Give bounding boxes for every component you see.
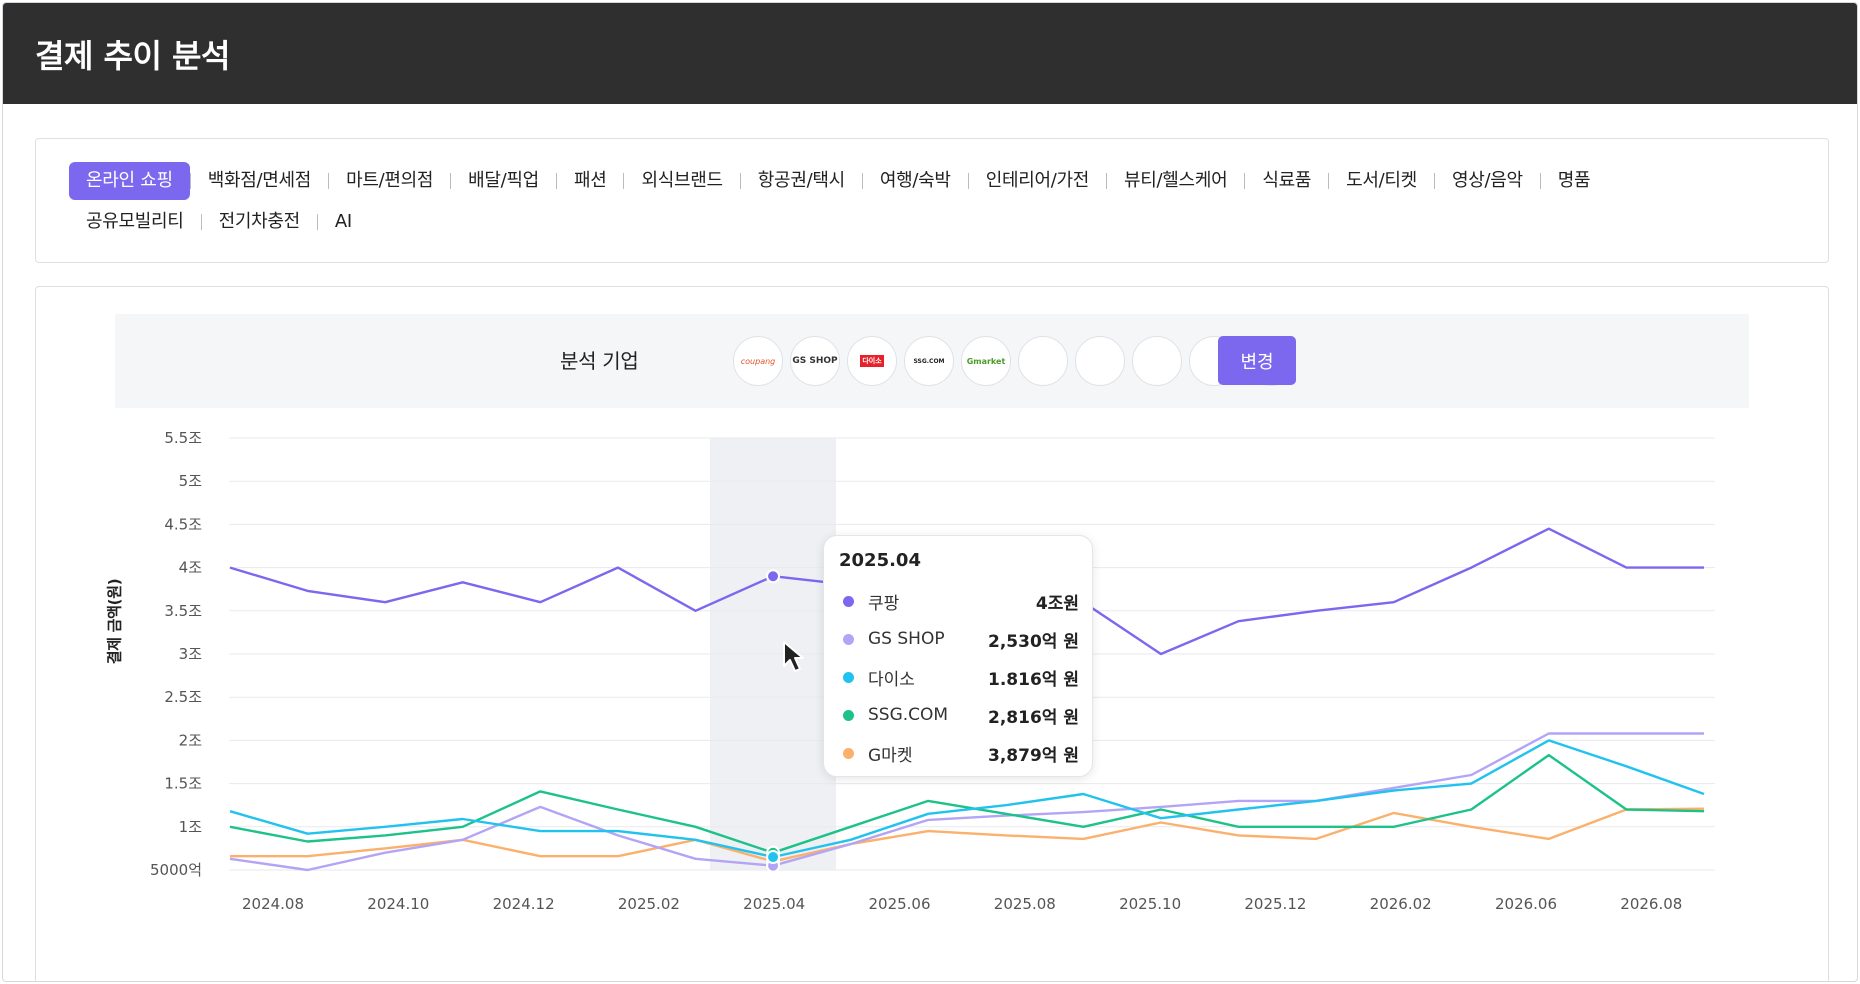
tooltip-title: 2025.04 bbox=[839, 550, 921, 571]
tooltip-series-value: 1.816억 원 bbox=[988, 669, 1079, 690]
y-axis-label: 결제 금액(원) bbox=[105, 578, 124, 665]
tooltip-row: SSG.COM 2,816억 원 bbox=[843, 700, 1079, 730]
y-tick-label: 3조 bbox=[179, 645, 203, 663]
tooltip-series-name: 쿠팡 bbox=[868, 593, 900, 614]
tooltip-series-value: 4조원 bbox=[1035, 593, 1079, 614]
legend-dot-icon bbox=[843, 595, 854, 607]
y-tick-label: 5.5조 bbox=[164, 429, 202, 447]
x-tick-label: 2025.10 bbox=[1119, 895, 1181, 913]
legend-dot-icon bbox=[843, 747, 854, 759]
tooltip-series-name: G마켓 bbox=[868, 745, 913, 766]
y-tick-label: 2.5조 bbox=[164, 688, 202, 706]
tooltip-row: 다이소 1.816억 원 bbox=[843, 662, 1079, 692]
x-tick-label: 2026.08 bbox=[1620, 895, 1682, 913]
x-tick-label: 2024.10 bbox=[367, 895, 429, 913]
chart-tooltip: 2025.04 쿠팡 4조원 GS SHOP 2,530억 원다이소 1.816억 원 S… bbox=[823, 535, 1093, 777]
y-tick-label: 1조 bbox=[179, 818, 203, 836]
x-tick-label: 2025.06 bbox=[868, 895, 930, 913]
x-tick-label: 2026.06 bbox=[1495, 895, 1557, 913]
tooltip-series-value: 3,879억 원 bbox=[988, 745, 1079, 766]
y-tick-label: 5조 bbox=[179, 472, 203, 490]
tooltip-series-value: 2,530억 원 bbox=[988, 631, 1079, 652]
y-tick-label: 1.5조 bbox=[164, 775, 202, 793]
x-tick-label: 2026.02 bbox=[1370, 895, 1432, 913]
tooltip-row: GS SHOP 2,530억 원 bbox=[843, 624, 1079, 654]
line-chart: 5000억 1조 1.5조 2조 2.5조 3조 3.5조 4조 4.5조 5조 5.5조 2024.… bbox=[150, 429, 1715, 913]
y-tick-label: 2조 bbox=[179, 731, 203, 749]
y-tick-label: 4.5조 bbox=[164, 515, 202, 533]
data-point-daiso bbox=[766, 850, 781, 865]
data-point-coupang bbox=[766, 569, 781, 584]
legend-dot-icon bbox=[843, 671, 854, 683]
legend-dot-icon bbox=[843, 633, 854, 645]
mouse-cursor-icon bbox=[783, 641, 804, 672]
legend-dot-icon bbox=[843, 709, 854, 721]
y-tick-label: 4조 bbox=[179, 559, 203, 577]
x-tick-label: 2025.12 bbox=[1244, 895, 1306, 913]
x-tick-label: 2024.08 bbox=[242, 895, 304, 913]
x-tick-label: 2025.08 bbox=[994, 895, 1056, 913]
x-tick-label: 2024.12 bbox=[493, 895, 555, 913]
x-tick-label: 2025.02 bbox=[618, 895, 680, 913]
tooltip-series-value: 2,816억 원 bbox=[988, 707, 1079, 728]
tooltip-series-name: SSG.COM bbox=[868, 705, 949, 725]
x-tick-label: 2025.04 bbox=[743, 895, 805, 913]
tooltip-row: G마켓 3,879억 원 bbox=[843, 738, 1079, 768]
app-window: 결제 추이 분석 온라인 쇼핑 백화점/면세점 마트/편의점 배달/픽업 패션 외식브랜드… bbox=[2, 2, 1858, 982]
tooltip-series-name: GS SHOP bbox=[868, 629, 945, 649]
y-tick-label: 3.5조 bbox=[164, 602, 202, 620]
tooltip-row: 쿠팡 4조원 bbox=[843, 586, 1079, 616]
y-tick-label: 5000억 bbox=[150, 861, 202, 879]
tooltip-series-name: 다이소 bbox=[868, 669, 915, 690]
